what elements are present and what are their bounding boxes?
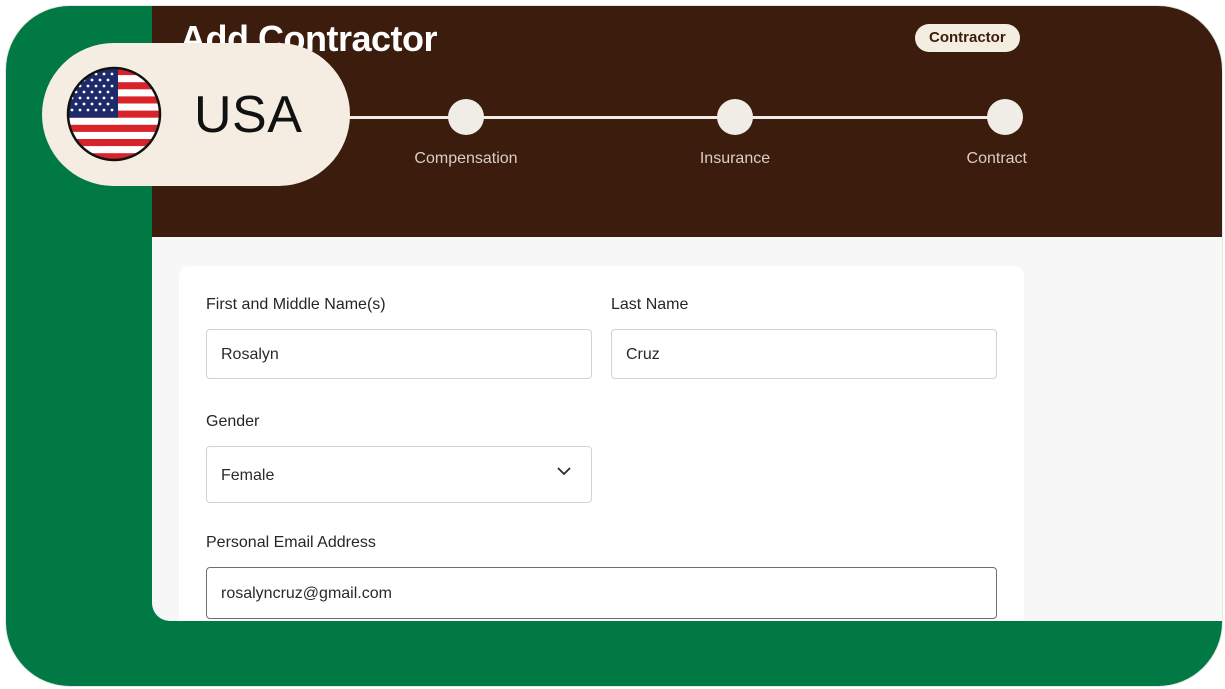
- first-name-label: First and Middle Name(s): [206, 296, 386, 313]
- last-name-label: Last Name: [611, 296, 689, 313]
- gender-label: Gender: [206, 413, 260, 430]
- gender-select-value: Female: [221, 467, 275, 484]
- email-label: Personal Email Address: [206, 534, 376, 551]
- contractor-form: First and Middle Name(s) Rosalyn Last Na…: [179, 266, 1024, 621]
- first-name-input[interactable]: Rosalyn: [206, 329, 592, 379]
- step-dot-contract[interactable]: [987, 99, 1023, 135]
- chevron-down-icon: [557, 467, 571, 476]
- step-label-compensation: Compensation: [414, 150, 518, 167]
- last-name-input[interactable]: Cruz: [611, 329, 997, 379]
- step-label-contract: Contract: [966, 150, 1027, 167]
- step-label-insurance: Insurance: [699, 150, 771, 167]
- step-dot-compensation[interactable]: [448, 99, 484, 135]
- country-pill: USA: [42, 43, 350, 186]
- us-flag-icon: [66, 66, 162, 162]
- country-name: USA: [194, 86, 303, 144]
- screenshot-frame: Add Contractor Contractor Compensation I…: [6, 6, 1222, 686]
- gender-select[interactable]: Female: [206, 446, 592, 503]
- stepper-track: [302, 116, 1002, 119]
- contractor-badge: Contractor: [915, 24, 1020, 52]
- email-input[interactable]: rosalyncruz@gmail.com: [206, 567, 997, 619]
- step-dot-insurance[interactable]: [717, 99, 753, 135]
